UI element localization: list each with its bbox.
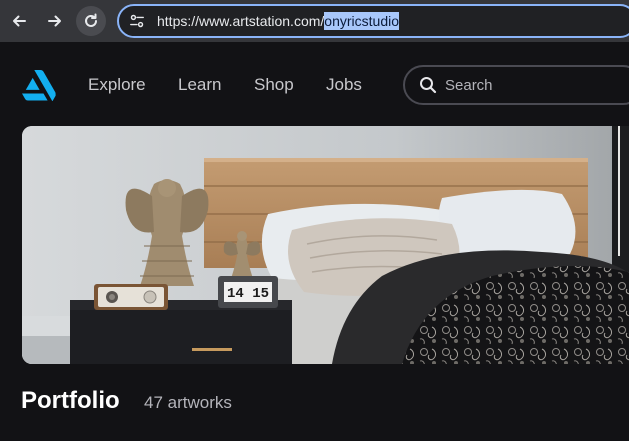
site-header: Explore Learn Shop Jobs [0,42,629,126]
browser-toolbar: https://www.artstation.com/onyricstudio [0,0,629,42]
clock-display: 14 15 [227,286,269,302]
search-box[interactable] [403,65,629,105]
artstation-logo-icon[interactable] [22,69,56,101]
forward-button[interactable] [40,6,70,36]
reload-button[interactable] [76,6,106,36]
artwork-count: 47 artworks [144,393,232,412]
search-input[interactable] [445,76,615,94]
address-bar[interactable]: https://www.artstation.com/onyricstudio [117,4,629,38]
nav-jobs[interactable]: Jobs [326,75,362,95]
nav-explore[interactable]: Explore [88,75,146,95]
arrow-right-icon [48,15,61,27]
tune-icon[interactable] [128,12,146,30]
url-prefix: https://www.artstation.com/ [157,13,325,29]
arrow-left-icon [13,15,26,27]
nav-shop[interactable]: Shop [254,75,294,95]
nav-learn[interactable]: Learn [178,75,221,95]
reload-icon [85,13,97,27]
url-selected-text: onyricstudio [324,12,399,30]
cover-image: 14 15 [22,126,629,364]
back-button[interactable] [4,6,34,36]
portfolio-title: Portfolio [21,387,120,414]
search-icon [420,77,437,94]
url-text[interactable]: https://www.artstation.com/onyricstudio [157,12,399,30]
